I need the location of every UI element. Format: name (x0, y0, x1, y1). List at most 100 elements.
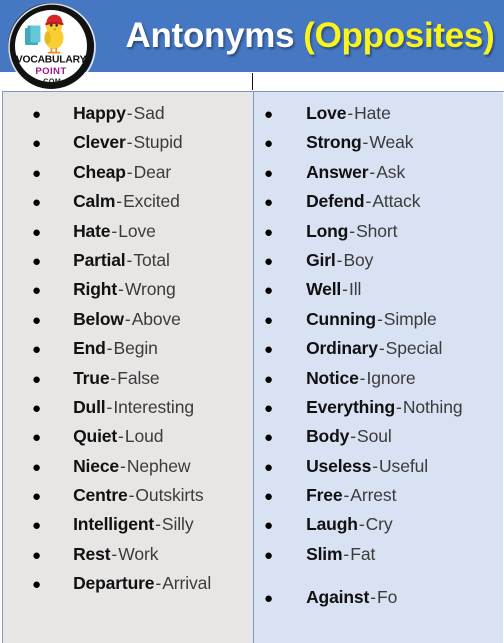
antonym-opposite: Nothing (402, 396, 463, 417)
bullet-icon: ● (32, 576, 42, 594)
antonym-separator: - (126, 132, 133, 153)
antonym-word: Intelligent (73, 514, 155, 535)
antonym-pair: True-False (73, 364, 160, 393)
antonym-word: Girl (306, 249, 336, 270)
antonym-separator: - (370, 587, 377, 608)
antonym-word: Happy (73, 103, 126, 123)
antonym-opposite: Loud (124, 426, 164, 447)
antonym-row: ● Right-Wrong (3, 275, 253, 304)
antonym-row: ● Below-Above (3, 305, 253, 334)
antonym-row: ● Against-Fo (254, 583, 503, 612)
antonyms-column-right: ● Love-Hate ● Strong-Weak ● Answer-Ask ● Defend… (253, 92, 503, 643)
bullet-icon: ● (264, 370, 274, 388)
antonym-pair: Quiet-Loud (73, 422, 163, 451)
antonym-opposite: Begin (113, 338, 158, 359)
antonym-word: Ordinary (306, 338, 378, 359)
antonym-row: ● Happy-Sad (3, 99, 253, 128)
antonym-pair: Dull-Interesting (73, 393, 194, 422)
antonym-row: ● Cheap-Dear (3, 158, 253, 187)
antonym-separator: - (378, 338, 385, 359)
antonym-row: ● Answer-Ask (254, 158, 503, 187)
antonym-row: ● Love-Hate (254, 99, 503, 128)
bullet-icon: ● (32, 194, 42, 212)
bullet-icon: ● (32, 488, 42, 506)
antonym-opposite: Sad (133, 103, 165, 123)
antonym-pair: Happy-Sad (73, 99, 165, 128)
bullet-icon: ● (32, 458, 42, 476)
antonym-row: ● Girl-Boy (254, 246, 503, 275)
antonym-pair: End-Begin (73, 334, 158, 363)
antonym-row: ● Departure-Arrival (3, 569, 253, 598)
antonym-opposite: Ignore (366, 367, 416, 388)
antonym-row: ● Centre-Outskirts (3, 481, 253, 510)
antonym-row: ● Intelligent-Silly (3, 510, 253, 539)
antonym-row: ● Quiet-Loud (3, 422, 253, 451)
antonym-opposite: Soul (357, 426, 392, 447)
antonym-opposite: Attack (372, 191, 421, 212)
book-icon (25, 25, 41, 45)
antonym-row: ● True-False (3, 364, 253, 393)
antonym-separator: - (350, 426, 357, 447)
antonym-word: Useless (306, 455, 372, 476)
antonym-separator: - (349, 220, 356, 241)
antonym-opposite: Nephew (126, 455, 191, 476)
bullet-icon: ● (32, 311, 42, 329)
antonym-word: True (73, 367, 110, 388)
antonym-opposite: Hate (354, 103, 391, 123)
antonym-opposite: Excited (123, 191, 180, 212)
antonym-separator: - (155, 514, 161, 535)
antonym-word: End (73, 338, 106, 359)
antonym-opposite: Arrest (350, 485, 397, 506)
antonym-opposite: Ill (348, 279, 362, 300)
antonym-row: ● Partial-Total (3, 246, 253, 275)
antonym-pair: Useless-Useful (306, 452, 428, 481)
bullet-icon: ● (32, 282, 42, 300)
bullet-icon: ● (32, 517, 42, 535)
vocabulary-point-logo: VOCABULARY POINT .COM (6, 2, 98, 90)
antonym-separator: - (116, 191, 123, 212)
antonym-opposite: Love (118, 220, 156, 241)
antonym-separator: - (126, 103, 133, 123)
bullet-icon: ● (264, 341, 274, 359)
antonym-word: Notice (306, 367, 359, 388)
bullet-icon: ● (264, 458, 274, 476)
antonym-pair: Body-Soul (306, 422, 392, 451)
antonym-opposite: Cry (365, 514, 393, 535)
antonym-row: ● Cunning-Simple (254, 305, 503, 334)
antonym-opposite: Work (118, 543, 159, 564)
antonym-row: ● Defend-Attack (254, 187, 503, 216)
antonym-pair: Long-Short (306, 217, 397, 246)
antonym-word: Dull (73, 396, 106, 417)
logo-line2: POINT (35, 66, 66, 77)
antonym-row: ● Useless-Useful (254, 452, 503, 481)
antonym-word: Love (306, 103, 347, 123)
antonym-pair: Cheap-Dear (73, 158, 171, 187)
antonym-word: Cheap (73, 161, 126, 182)
bullet-icon: ● (264, 517, 274, 535)
antonym-word: Centre (73, 485, 128, 506)
antonym-pair: Clever-Stupid (73, 128, 183, 157)
antonym-row: ● Free-Arrest (254, 481, 503, 510)
antonym-word: Everything (306, 396, 396, 417)
antonym-opposite: Special (385, 338, 443, 359)
bullet-icon: ● (32, 223, 42, 241)
antonym-word: Below (73, 308, 124, 329)
bullet-icon: ● (264, 282, 274, 300)
antonym-row: ● Laugh-Cry (254, 510, 503, 539)
bullet-icon: ● (264, 106, 274, 123)
antonym-word: Quiet (73, 426, 118, 447)
antonym-word: Body (306, 426, 350, 447)
antonym-separator: - (118, 426, 124, 447)
antonym-pair: Right-Wrong (73, 275, 176, 304)
antonym-pair: Departure-Arrival (73, 569, 211, 598)
bullet-icon: ● (32, 546, 42, 564)
bullet-icon: ● (264, 429, 274, 447)
bullet-icon: ● (264, 546, 274, 564)
antonym-opposite: False (117, 367, 160, 388)
antonym-word: Laugh (306, 514, 358, 535)
antonym-separator: - (372, 455, 379, 476)
antonym-opposite: Silly (161, 514, 194, 535)
antonym-pair: Below-Above (73, 305, 181, 334)
antonym-pair: Niece-Nephew (73, 452, 190, 481)
antonym-separator: - (118, 279, 124, 300)
